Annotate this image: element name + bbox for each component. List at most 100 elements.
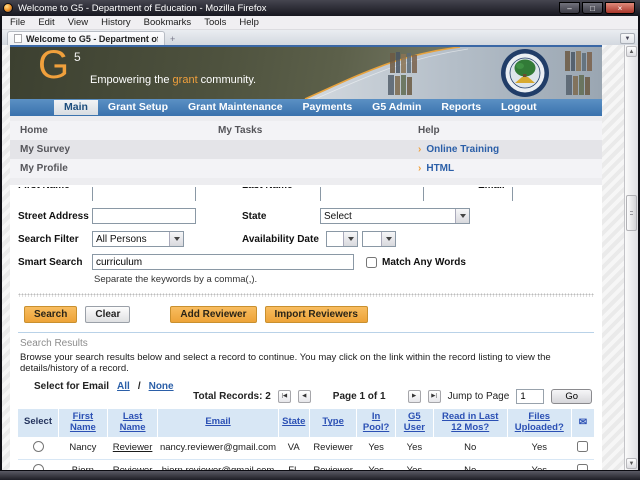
title-bar[interactable]: Welcome to G5 - Department of Education …	[0, 0, 640, 16]
col-in-pool[interactable]: In Pool?	[357, 409, 396, 437]
cell-last-name-link[interactable]: Reviewer	[107, 459, 158, 470]
help-link-html[interactable]: ›HTML	[418, 163, 602, 174]
first-name-label: First Name	[18, 187, 92, 191]
results-table: Select First Name Last Name Email State …	[18, 409, 594, 470]
maximize-button[interactable]: □	[582, 2, 603, 14]
g5-logo-sup: 5	[74, 50, 81, 64]
col-files-uploaded[interactable]: Files Uploaded?	[507, 409, 571, 437]
page-indicator-top: Page 1 of 1	[333, 391, 386, 402]
col-g5-user[interactable]: G5 User	[395, 409, 433, 437]
scroll-up-icon[interactable]: ▲	[626, 46, 637, 57]
availability-month-select[interactable]	[326, 231, 358, 247]
sidebar-item-my-profile[interactable]: My Profile	[20, 163, 218, 174]
cell-g5-user: Yes	[395, 459, 433, 470]
next-page-button[interactable]: ▶	[408, 390, 421, 403]
cell-last-name-link[interactable]: Reviewer	[107, 437, 158, 460]
scroll-down-icon[interactable]: ▼	[626, 458, 637, 469]
tagline-post: community.	[198, 74, 256, 86]
cell-in-pool: Yes	[357, 437, 396, 460]
nav-grant-maintenance[interactable]: Grant Maintenance	[178, 100, 293, 115]
first-page-button[interactable]: |◀	[278, 390, 291, 403]
col-last-name[interactable]: Last Name	[107, 409, 158, 437]
go-button[interactable]: Go	[551, 389, 592, 404]
sidebar-item-home[interactable]: Home	[20, 125, 218, 136]
nav-payments[interactable]: Payments	[293, 100, 363, 115]
col-first-name[interactable]: First Name	[59, 409, 108, 437]
menu-edit[interactable]: Edit	[38, 17, 54, 28]
search-filter-select[interactable]: All Persons	[92, 231, 184, 247]
last-name-label: Last Name	[242, 187, 320, 191]
results-instructions: Browse your search results below and sel…	[20, 352, 594, 374]
minimize-button[interactable]: –	[559, 2, 580, 14]
dropdown-arrow-icon[interactable]	[169, 232, 183, 246]
tab-title: Welcome to G5 - Department of Edu...	[26, 34, 158, 44]
menu-history[interactable]: History	[101, 17, 131, 28]
vertical-scrollbar[interactable]: ▲ ▼	[624, 45, 638, 470]
nav-grant-setup[interactable]: Grant Setup	[98, 100, 178, 115]
close-button[interactable]: ×	[605, 2, 635, 14]
last-name-field[interactable]	[320, 187, 424, 201]
sub-nav: Home My Tasks Help My Survey ›Online Tra…	[10, 116, 602, 185]
dropdown-arrow-icon[interactable]	[455, 209, 469, 223]
street-address-field[interactable]	[92, 208, 196, 224]
select-none-link[interactable]: None	[149, 381, 174, 392]
email-label: Email	[478, 187, 512, 191]
form-buttons: Search Clear Add Reviewer Import Reviewe…	[24, 306, 594, 323]
g5-banner: G 5 Empowering the grant community.	[10, 47, 602, 99]
g5-logo: G	[38, 47, 69, 88]
state-select[interactable]: Select	[320, 208, 470, 224]
menu-file[interactable]: File	[10, 17, 25, 28]
envelope-icon: ✉	[571, 409, 594, 437]
availability-date-label: Availability Date	[242, 234, 326, 245]
email-field[interactable]	[512, 187, 594, 201]
menu-bookmarks[interactable]: Bookmarks	[144, 17, 192, 28]
email-select-checkbox[interactable]	[577, 441, 588, 452]
col-type[interactable]: Type	[309, 409, 356, 437]
first-name-field[interactable]	[92, 187, 196, 201]
last-page-button[interactable]: ▶|	[428, 390, 441, 403]
dropdown-arrow-icon[interactable]	[381, 232, 395, 246]
menu-tools[interactable]: Tools	[204, 17, 226, 28]
nav-main[interactable]: Main	[54, 100, 98, 115]
slash-separator: /	[138, 381, 141, 392]
state-select-value: Select	[321, 211, 455, 222]
availability-day-select[interactable]	[362, 231, 396, 247]
nav-g5-admin[interactable]: G5 Admin	[362, 100, 431, 115]
sidebar-item-my-survey[interactable]: My Survey	[20, 144, 218, 155]
browser-tab[interactable]: Welcome to G5 - Department of Edu...	[7, 31, 165, 45]
clear-button[interactable]: Clear	[85, 306, 130, 323]
select-record-radio[interactable]	[33, 441, 44, 452]
smart-search-field[interactable]	[92, 254, 354, 270]
match-any-words-checkbox[interactable]	[366, 257, 377, 268]
state-label: State	[242, 211, 320, 222]
nav-reports[interactable]: Reports	[431, 100, 491, 115]
smart-search-label: Smart Search	[18, 257, 92, 268]
list-tabs-button[interactable]: ▼	[620, 33, 635, 44]
new-tab-button[interactable]: +	[170, 34, 175, 45]
cell-read-12: No	[433, 459, 507, 470]
search-button[interactable]: Search	[24, 306, 77, 323]
select-all-link[interactable]: All	[117, 381, 130, 392]
help-link-online-training[interactable]: ›Online Training	[418, 144, 602, 155]
banner-artwork	[10, 47, 602, 99]
online-training-label: Online Training	[426, 144, 499, 155]
nav-logout[interactable]: Logout	[491, 100, 547, 115]
tagline-pre: Empowering the	[90, 74, 173, 86]
add-reviewer-button[interactable]: Add Reviewer	[170, 306, 256, 323]
window-title: Welcome to G5 - Department of Education …	[18, 3, 554, 14]
col-read-12[interactable]: Read in Last 12 Mos?	[433, 409, 507, 437]
col-email[interactable]: Email	[158, 409, 278, 437]
my-tasks-header: My Tasks	[218, 125, 418, 136]
menu-view[interactable]: View	[68, 17, 88, 28]
menu-help[interactable]: Help	[239, 17, 259, 28]
col-state[interactable]: State	[278, 409, 309, 437]
search-filter-value: All Persons	[93, 234, 169, 245]
scrollbar-thumb[interactable]	[626, 195, 637, 231]
import-reviewers-button[interactable]: Import Reviewers	[265, 306, 368, 323]
jump-to-page-input[interactable]	[516, 389, 544, 404]
prev-page-button[interactable]: ◀	[298, 390, 311, 403]
search-results-title: Search Results	[20, 338, 594, 349]
search-results-section: Search Results Browse your search result…	[10, 338, 602, 470]
dropdown-arrow-icon[interactable]	[343, 232, 357, 246]
divider	[18, 332, 594, 333]
